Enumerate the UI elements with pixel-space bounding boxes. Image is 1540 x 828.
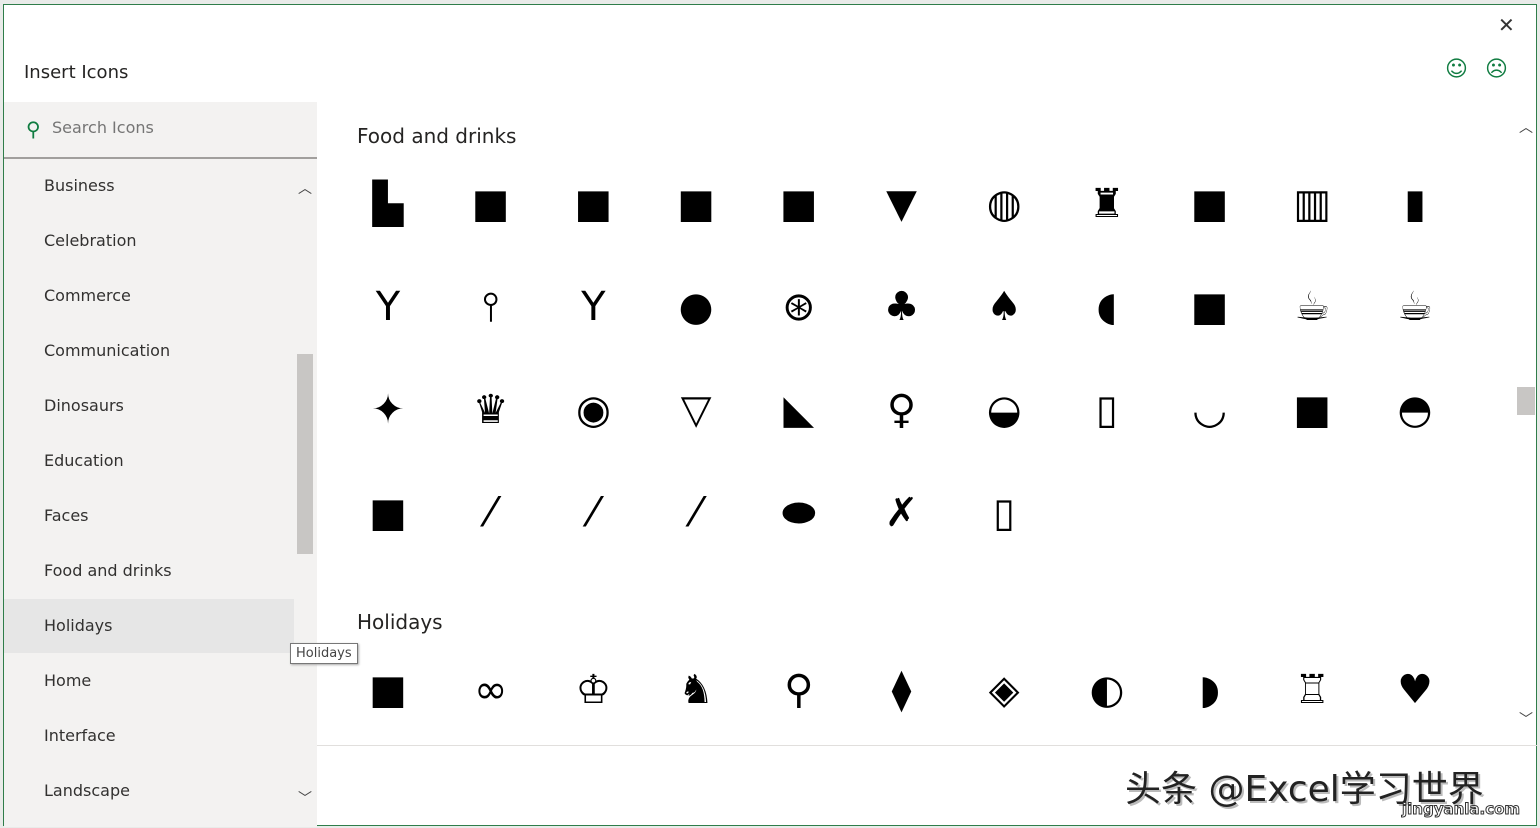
scroll-down-icon[interactable]: ﹀ (298, 788, 312, 808)
category-item[interactable]: Faces (4, 489, 294, 543)
icon-gallery: Food and drinks ▙ ■ ■ ■ ■ ▼ ◍ ♜ ■ ▥ ▮ Y ⫯ Y ● ⊛ ♣ ♠ ◖ ■ ☕ ☕ ✦ ♛ ◉… (317, 102, 1517, 746)
coffee-mug-icon[interactable]: ☕ (1385, 277, 1445, 337)
taco-icon[interactable]: ■ (563, 174, 623, 234)
category-item[interactable]: Communication (4, 324, 294, 378)
baby-bottle-icon[interactable]: ▯ (974, 483, 1034, 543)
insert-icons-dialog: Insert Icons ✕ ☺ ☹ ⚲ BusinessCelebration… (3, 4, 1537, 827)
champagne-toast-icon[interactable]: ■ (358, 660, 418, 720)
candy-icon[interactable]: ✦ (358, 380, 418, 440)
kadomatsu-icon[interactable]: ♖ (1282, 660, 1342, 720)
category-item[interactable]: Business (4, 159, 294, 213)
scroll-up-icon[interactable]: ︿ (298, 178, 312, 198)
close-icon[interactable]: ✕ (1498, 13, 1515, 37)
category-item[interactable]: Home (4, 654, 294, 708)
pizza-icon[interactable]: ◍ (974, 174, 1034, 234)
scrollbar-thumb[interactable] (297, 354, 313, 554)
grapes-icon[interactable]: ♠ (974, 277, 1034, 337)
category-item[interactable]: Dinosaurs (4, 379, 294, 433)
search-box[interactable]: ⚲ (4, 102, 317, 159)
popsicle-icon[interactable]: ▯ (1077, 380, 1137, 440)
fast-food-icon[interactable]: ▙ (358, 174, 418, 234)
noodles-icon[interactable]: ■ (769, 174, 829, 234)
category-scrollbar[interactable]: ︿ ﹀ (296, 162, 314, 827)
beer-mug-icon[interactable]: ▥ (1282, 174, 1342, 234)
category-item[interactable]: Celebration (4, 214, 294, 268)
category-item[interactable]: Education (4, 434, 294, 488)
chicken-leg-icon[interactable]: ■ (666, 174, 726, 234)
firecracker-icon[interactable]: ⧫ (872, 660, 932, 720)
spoon-icon[interactable]: ⁄ (666, 483, 726, 543)
fortune-cookie-icon[interactable]: ◐ (1077, 660, 1137, 720)
avocado-icon[interactable]: ■ (1180, 277, 1240, 337)
popcorn-icon[interactable]: ♜ (1077, 174, 1137, 234)
bowl-icon[interactable]: ◡ (1180, 380, 1240, 440)
category-item[interactable]: Interface (4, 709, 294, 763)
watermelon-icon[interactable]: ◖ (1077, 277, 1137, 337)
hot-drink-icon[interactable]: ☕ (1282, 277, 1342, 337)
hot-dog-icon[interactable]: ■ (461, 174, 521, 234)
lollipop-icon[interactable]: ♀ (872, 380, 932, 440)
dialog-title: Insert Icons (24, 62, 129, 83)
pie-icon[interactable]: ◒ (974, 380, 1034, 440)
cloche-icon[interactable]: ◓ (1385, 380, 1445, 440)
crossed-fork-knife-icon[interactable]: ✗ (872, 483, 932, 543)
cake-slice-icon[interactable]: ◣ (769, 380, 829, 440)
footer-divider (317, 745, 1537, 746)
pizza-slice-icon[interactable]: ▼ (872, 174, 932, 234)
plate-with-cutlery-icon[interactable]: ■ (358, 483, 418, 543)
bottle-icon[interactable]: ▮ (1385, 174, 1445, 234)
search-icon: ⚲ (26, 117, 41, 141)
cherries-icon[interactable]: ♣ (872, 277, 932, 337)
heart-lock-icon[interactable]: ♥ (1385, 660, 1445, 720)
section-title: Holidays (357, 610, 443, 634)
category-item[interactable]: Food and drinks (4, 544, 294, 598)
category-item[interactable]: Holidays (4, 599, 294, 653)
category-item[interactable]: Landscape (4, 764, 294, 818)
section-title: Food and drinks (357, 124, 517, 148)
sushi-icon[interactable]: ■ (1180, 174, 1240, 234)
apple-icon[interactable]: ● (666, 277, 726, 337)
fruit-bowl-icon[interactable]: ■ (1282, 380, 1342, 440)
champagne-flute-icon[interactable]: ⫯ (461, 277, 521, 337)
smile-icon[interactable]: ☺ (1445, 57, 1468, 82)
scroll-down-icon[interactable]: ﹀ (1519, 709, 1533, 729)
category-item[interactable]: Commerce (4, 269, 294, 323)
fork-icon[interactable]: ⁄ (461, 483, 521, 543)
ice-cream-cone-icon[interactable]: ▽ (666, 380, 726, 440)
plate-icon[interactable]: ⬬ (769, 483, 829, 543)
cupcake-icon[interactable]: ♛ (461, 380, 521, 440)
frown-icon[interactable]: ☹ (1485, 57, 1508, 82)
martini-icon[interactable]: Y (563, 277, 623, 337)
wine-glass-icon[interactable]: Y (358, 277, 418, 337)
wind-chime-icon[interactable]: ⚲ (769, 660, 829, 720)
watermark-site: jingyanla.com (1401, 800, 1521, 819)
dragon-icon[interactable]: ♞ (666, 660, 726, 720)
gallery-scrollbar[interactable]: ︿ ﹀ (1516, 117, 1536, 733)
fan-icon[interactable]: ◗ (1180, 660, 1240, 720)
citrus-slice-icon[interactable]: ⊛ (769, 277, 829, 337)
jester-hat-icon[interactable]: ♔ (563, 660, 623, 720)
lantern-icon[interactable]: ◈ (974, 660, 1034, 720)
scroll-up-icon[interactable]: ︿ (1519, 117, 1533, 137)
category-panel: ⚲ BusinessCelebrationCommerceCommunicati… (4, 102, 317, 827)
mask-icon[interactable]: ∞ (461, 660, 521, 720)
scrollbar-thumb[interactable] (1517, 387, 1535, 415)
donut-icon[interactable]: ◉ (563, 380, 623, 440)
search-input[interactable] (52, 118, 292, 137)
knife-icon[interactable]: ⁄ (563, 483, 623, 543)
